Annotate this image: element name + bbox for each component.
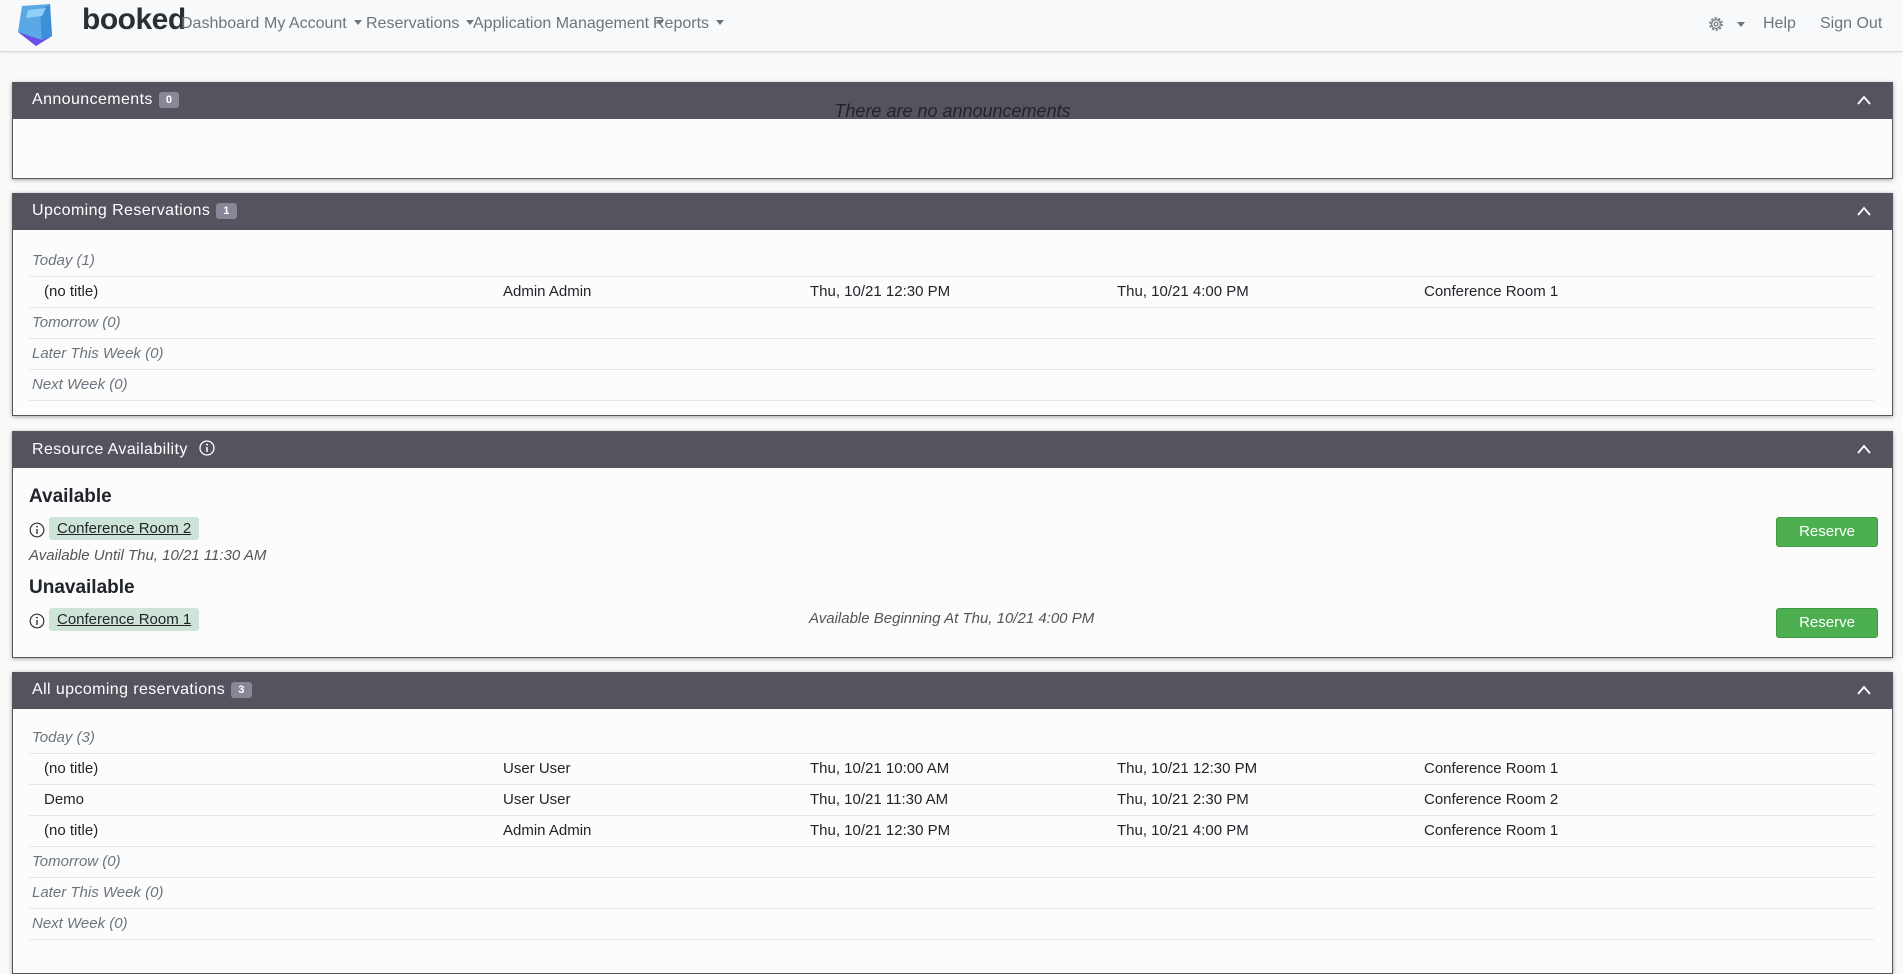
- row-divider: [29, 815, 1874, 816]
- collapse-chevron-up-icon[interactable]: [1856, 684, 1872, 696]
- all-upcoming-count-badge: 3: [231, 682, 252, 698]
- nav-application-management-label: Application Management: [473, 15, 650, 32]
- nav-my-account[interactable]: My Account: [264, 15, 362, 33]
- nav-reports-label: Reports: [653, 15, 710, 32]
- brand-name[interactable]: booked: [82, 3, 186, 37]
- reservation-end: Thu, 10/21 12:30 PM: [1117, 760, 1258, 777]
- row-divider: [29, 846, 1874, 847]
- row-divider: [29, 369, 1874, 370]
- resource-availability-header: Resource Availability: [13, 432, 1892, 468]
- row-divider: [29, 276, 1874, 277]
- resource-link-conference-room-1[interactable]: Conference Room 1: [49, 608, 200, 631]
- reservation-title: (no title): [44, 760, 99, 777]
- row-divider: [29, 307, 1874, 308]
- row-divider: [29, 908, 1874, 909]
- upcoming-reservations-title-text: Upcoming Reservations: [32, 202, 211, 219]
- reservation-user: User User: [503, 760, 571, 777]
- all-upcoming-reservations-header: All upcoming reservations 3: [13, 673, 1892, 709]
- row-divider: [29, 753, 1874, 754]
- reservation-resource: Conference Room 1: [1424, 822, 1559, 839]
- group-tomorrow: Tomorrow (0): [32, 314, 121, 331]
- group-today: Today (3): [32, 729, 95, 746]
- nav-dashboard[interactable]: Dashboard: [181, 15, 259, 33]
- reservation-end: Thu, 10/21 4:00 PM: [1117, 283, 1249, 300]
- available-beginning-note: Available Beginning At Thu, 10/21 4:00 P…: [809, 610, 1095, 627]
- reservation-resource: Conference Room 1: [1424, 760, 1559, 777]
- resource-availability-title-text: Resource Availability: [32, 441, 188, 458]
- upcoming-reservations-header: Upcoming Reservations 1: [13, 194, 1892, 230]
- all-upcoming-reservations-title-text: All upcoming reservations: [32, 681, 226, 698]
- info-icon[interactable]: [198, 440, 215, 456]
- reservation-start: Thu, 10/21 12:30 PM: [810, 822, 951, 839]
- upcoming-count-badge: 1: [216, 203, 237, 219]
- nav-reservations[interactable]: Reservations: [366, 15, 475, 33]
- all-upcoming-reservations-title: All upcoming reservations 3: [32, 681, 252, 699]
- info-icon[interactable]: [29, 613, 45, 629]
- reserve-button[interactable]: Reserve: [1776, 517, 1878, 547]
- info-icon[interactable]: [29, 522, 45, 538]
- reservation-start: Thu, 10/21 12:30 PM: [810, 283, 951, 300]
- reservation-start: Thu, 10/21 11:30 AM: [810, 791, 949, 808]
- row-divider: [29, 338, 1874, 339]
- nav-dashboard-label: Dashboard: [181, 15, 260, 32]
- nav-my-account-label: My Account: [264, 15, 347, 32]
- upcoming-reservations-title: Upcoming Reservations 1: [32, 202, 237, 220]
- chevron-down-icon: [353, 20, 362, 25]
- nav-reservations-label: Reservations: [366, 15, 460, 32]
- top-navbar: booked Dashboard My Account Reservations…: [0, 0, 1903, 52]
- reservation-resource: Conference Room 1: [1424, 283, 1559, 300]
- reservation-title: (no title): [44, 822, 99, 839]
- chevron-down-icon: [716, 20, 725, 25]
- group-next-week: Next Week (0): [32, 376, 128, 393]
- reservation-user: Admin Admin: [503, 283, 592, 300]
- announcements-panel: Announcements 0 There are no announcement…: [12, 82, 1893, 179]
- reservation-end: Thu, 10/21 4:00 PM: [1117, 822, 1249, 839]
- row-divider: [29, 877, 1874, 878]
- group-later-this-week: Later This Week (0): [32, 884, 164, 901]
- nav-sign-out[interactable]: Sign Out: [1820, 15, 1882, 33]
- reservation-title: (no title): [44, 283, 99, 300]
- group-tomorrow: Tomorrow (0): [32, 853, 121, 870]
- collapse-chevron-up-icon[interactable]: [1856, 205, 1872, 217]
- reservation-user: Admin Admin: [503, 822, 592, 839]
- reservation-title: Demo: [44, 791, 85, 808]
- nav-reports[interactable]: Reports: [653, 15, 725, 33]
- nav-help[interactable]: Help: [1763, 15, 1796, 33]
- upcoming-reservations-panel: Upcoming Reservations 1 Today (1) (no tit…: [12, 193, 1893, 416]
- group-today: Today (1): [32, 252, 95, 269]
- resource-availability-title: Resource Availability: [32, 440, 215, 459]
- reservation-user: User User: [503, 791, 571, 808]
- nav-application-management[interactable]: Application Management: [473, 15, 665, 33]
- reservation-end: Thu, 10/21 2:30 PM: [1117, 791, 1249, 808]
- no-announcements-message: There are no announcements: [834, 101, 1071, 121]
- reservation-resource: Conference Room 2: [1424, 791, 1559, 808]
- reserve-button[interactable]: Reserve: [1776, 608, 1878, 638]
- group-next-week: Next Week (0): [32, 915, 128, 932]
- group-later-this-week: Later This Week (0): [32, 345, 164, 362]
- collapse-chevron-up-icon[interactable]: [1856, 443, 1872, 455]
- resource-availability-panel: Resource Availability Available Conferen…: [12, 431, 1893, 658]
- reservation-start: Thu, 10/21 10:00 AM: [810, 760, 950, 777]
- booked-logo-icon[interactable]: [12, 2, 60, 48]
- all-upcoming-reservations-panel: All upcoming reservations 3 Today (3) (no…: [12, 672, 1893, 974]
- row-divider: [29, 400, 1874, 401]
- settings-chevron-down-icon[interactable]: [1737, 22, 1745, 27]
- row-divider: [29, 939, 1874, 940]
- resource-link-conference-room-2[interactable]: Conference Room 2: [49, 517, 200, 540]
- available-heading: Available: [29, 486, 112, 507]
- row-divider: [29, 784, 1874, 785]
- unavailable-heading: Unavailable: [29, 577, 135, 598]
- gear-icon[interactable]: [1706, 14, 1726, 34]
- available-until-note: Available Until Thu, 10/21 11:30 AM: [29, 547, 267, 564]
